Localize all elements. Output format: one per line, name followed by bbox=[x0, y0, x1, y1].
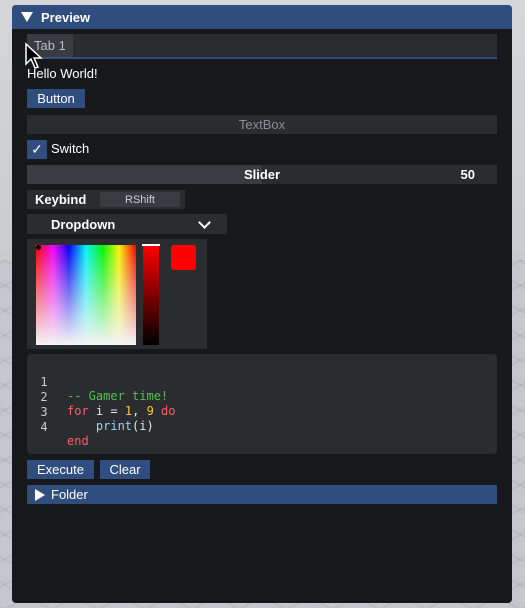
code-token: print bbox=[95, 419, 133, 433]
brightness-slider[interactable] bbox=[142, 244, 160, 345]
dropdown-selected: Dropdown bbox=[51, 216, 116, 232]
code-line: 1 -- Gamer time! bbox=[27, 361, 497, 403]
code-text: end bbox=[67, 434, 89, 448]
window-titlebar[interactable]: Preview bbox=[12, 5, 512, 29]
folder-label: Folder bbox=[51, 487, 88, 502]
chevron-down-icon bbox=[198, 216, 211, 229]
code-line: 4 end bbox=[27, 406, 497, 448]
line-number: 4 bbox=[40, 420, 48, 434]
slider-value: 50 bbox=[460, 167, 475, 182]
keybind: Keybind RShift bbox=[27, 190, 185, 209]
keybind-label: Keybind bbox=[35, 192, 87, 207]
preview-window: Preview Tab 1 Hello World! Button TextBo… bbox=[12, 5, 512, 603]
slider-label: Slider bbox=[243, 167, 281, 182]
code-token: i bbox=[139, 419, 147, 433]
code-editor[interactable]: 1 -- Gamer time! 2 for i = 1, 9 do 3 pri… bbox=[27, 354, 497, 454]
clear-button[interactable]: Clear bbox=[100, 460, 150, 479]
checkmark-icon: ✓ bbox=[31, 141, 43, 157]
code-token: ) bbox=[146, 419, 154, 433]
switch-checkbox[interactable]: ✓ bbox=[27, 140, 47, 159]
execute-button[interactable]: Execute bbox=[27, 460, 94, 479]
mouse-cursor-icon bbox=[25, 42, 43, 69]
color-swatch bbox=[171, 245, 196, 270]
color-picker-cursor[interactable] bbox=[36, 245, 41, 250]
slider[interactable]: Slider 50 bbox=[27, 165, 497, 184]
keybind-key-button[interactable]: RShift bbox=[100, 192, 180, 207]
code-line: 3 print(i) bbox=[27, 391, 497, 433]
folder-header[interactable]: Folder bbox=[27, 485, 497, 504]
color-picker bbox=[27, 239, 207, 349]
triangle-down-icon bbox=[21, 12, 33, 22]
code-line: 2 for i = 1, 9 do bbox=[27, 376, 497, 418]
triangle-right-icon bbox=[35, 488, 45, 501]
button[interactable]: Button bbox=[27, 89, 85, 108]
dropdown[interactable]: Dropdown bbox=[27, 214, 227, 234]
saturation-value-area[interactable] bbox=[36, 245, 136, 345]
brightness-cursor[interactable] bbox=[142, 244, 160, 246]
textbox-input[interactable]: TextBox bbox=[27, 115, 497, 134]
tab-bar: Tab 1 bbox=[27, 34, 497, 59]
code-text: print(i) bbox=[67, 419, 154, 433]
switch-label: Switch bbox=[51, 141, 90, 156]
window-title: Preview bbox=[41, 9, 91, 25]
